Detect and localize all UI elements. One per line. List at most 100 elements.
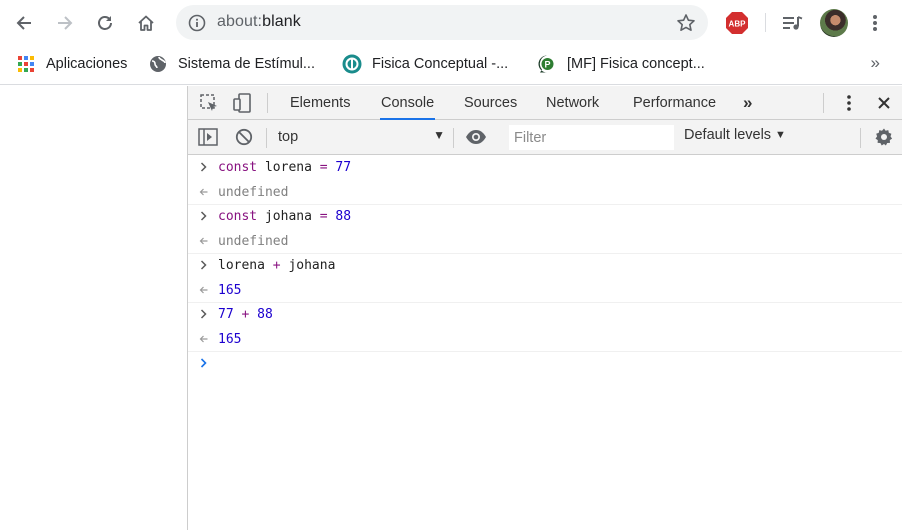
url-scheme: about: xyxy=(217,13,263,30)
console-prompt-line[interactable] xyxy=(188,352,902,376)
toolbar-separator xyxy=(453,128,454,148)
apps-grid-icon xyxy=(16,54,36,74)
inspect-element-icon[interactable] xyxy=(198,92,220,114)
console-messages: const lorena = 77 undefined const johana =… xyxy=(188,156,902,376)
result-value: undefined xyxy=(218,184,289,200)
code-keyword: = xyxy=(319,209,328,224)
toolbar-separator xyxy=(765,13,766,32)
console-result-text: undefined xyxy=(218,234,288,249)
bookmark-label: [MF] Fisica concept... xyxy=(567,56,705,72)
address-bar[interactable]: about:blank xyxy=(176,5,708,40)
result-value: 165 xyxy=(218,331,242,347)
close-devtools-icon[interactable] xyxy=(873,92,895,114)
more-tabs-button[interactable]: » xyxy=(743,93,752,113)
console-result-row: undefined xyxy=(188,181,902,205)
code-keyword: + xyxy=(272,258,281,273)
svg-text:ABP: ABP xyxy=(729,20,747,29)
code-keyword: const xyxy=(218,209,258,224)
code-text: johana xyxy=(257,209,320,224)
device-toolbar-icon[interactable] xyxy=(231,92,253,114)
code-number: 77 xyxy=(335,160,352,175)
info-icon[interactable] xyxy=(186,12,208,34)
browser-toolbar: about:blank ABP xyxy=(0,0,902,45)
console-input-code[interactable]: lorena + johana xyxy=(218,258,335,273)
tab-performance[interactable]: Performance xyxy=(632,86,717,120)
input-chevron-icon xyxy=(198,160,210,174)
console-result-text: undefined xyxy=(218,185,288,200)
tab-sources[interactable]: Sources xyxy=(463,86,518,120)
bookmarks-bar: Aplicaciones Sistema de Estímul... Fisic… xyxy=(0,45,902,85)
globe-icon xyxy=(148,54,168,74)
forward-icon[interactable] xyxy=(50,8,80,38)
tab-separator xyxy=(823,93,824,113)
media-playlist-icon[interactable] xyxy=(778,8,808,38)
url-host: blank xyxy=(262,13,301,30)
bookmark-label: Fisica Conceptual -... xyxy=(372,56,509,72)
input-chevron-icon xyxy=(198,209,210,223)
bookmark-label: Aplicaciones xyxy=(46,56,128,72)
context-label: top xyxy=(278,129,299,145)
code-number: 88 xyxy=(335,209,352,224)
bookmark-star-icon[interactable] xyxy=(674,11,698,35)
input-chevron-icon xyxy=(198,258,210,272)
devtools-menu-icon[interactable] xyxy=(838,92,860,114)
bookmark-fisica-conceptual[interactable]: Fisica Conceptual -... xyxy=(342,53,508,75)
result-value: undefined xyxy=(218,233,289,249)
result-arrow-icon xyxy=(198,283,210,297)
console-toolbar: top ▼ Default levels▼ xyxy=(188,120,902,155)
code-text: johana xyxy=(280,258,336,273)
result-arrow-icon xyxy=(198,234,210,248)
code-number: 88 xyxy=(257,307,273,322)
bookmark-mf-fisica[interactable]: P [MF] Fisica concept... xyxy=(537,53,705,75)
svg-text:P: P xyxy=(544,60,550,70)
code-number: 77 xyxy=(218,307,234,322)
bookmark-label: Sistema de Estímul... xyxy=(178,56,315,72)
bookmark-sistema[interactable]: Sistema de Estímul... xyxy=(148,53,315,75)
bookmarks-overflow-button[interactable]: » xyxy=(871,53,880,73)
result-arrow-icon xyxy=(198,332,210,346)
console-filter-input[interactable] xyxy=(509,125,674,150)
tab-network[interactable]: Network xyxy=(545,86,600,120)
green-logo-icon: P xyxy=(537,54,557,74)
toolbar-separator xyxy=(860,128,861,148)
tab-elements[interactable]: Elements xyxy=(289,86,351,120)
toolbar-separator xyxy=(266,128,267,148)
home-icon[interactable] xyxy=(131,8,161,38)
clear-console-icon[interactable] xyxy=(233,126,255,148)
url-text[interactable]: about:blank xyxy=(217,13,301,31)
input-chevron-icon xyxy=(198,307,210,321)
execution-context-select[interactable]: top ▼ xyxy=(270,126,445,149)
dropdown-triangle-icon: ▼ xyxy=(433,128,445,142)
code-text: lorena xyxy=(257,160,320,175)
console-settings-gear-icon[interactable] xyxy=(873,126,895,148)
result-arrow-icon xyxy=(198,185,210,199)
console-input-code[interactable]: const johana = 88 xyxy=(218,209,351,224)
teal-logo-icon xyxy=(342,54,362,74)
console-result-text: 165 xyxy=(218,332,241,347)
tab-console[interactable]: Console xyxy=(380,86,436,120)
console-result-row: 165 xyxy=(188,328,902,352)
tab-separator xyxy=(267,93,268,113)
levels-label: Default levels xyxy=(684,127,772,143)
bookmark-apps[interactable]: Aplicaciones xyxy=(16,53,127,75)
console-input-code[interactable]: const lorena = 77 xyxy=(218,160,351,175)
console-input-row: const lorena = 77 xyxy=(188,156,902,181)
adblock-plus-icon[interactable]: ABP xyxy=(725,11,749,35)
console-result-row: undefined xyxy=(188,230,902,254)
code-keyword: const xyxy=(218,160,258,175)
console-input-row: lorena + johana xyxy=(188,254,902,279)
log-levels-dropdown[interactable]: Default levels ▼ xyxy=(684,127,786,143)
console-prompt-icon xyxy=(198,356,210,370)
profile-avatar[interactable] xyxy=(820,9,848,37)
code-text: lorena xyxy=(218,258,273,273)
reload-icon[interactable] xyxy=(90,8,120,38)
back-icon[interactable] xyxy=(9,8,39,38)
live-expression-eye-icon[interactable] xyxy=(465,126,487,148)
console-input-code[interactable]: 77 + 88 xyxy=(218,307,273,322)
menu-kebab-icon[interactable] xyxy=(860,8,890,38)
show-sidebar-icon[interactable] xyxy=(197,126,219,148)
code-keyword: = xyxy=(319,160,328,175)
console-result-text: 165 xyxy=(218,283,241,298)
console-input-row: const johana = 88 xyxy=(188,205,902,230)
